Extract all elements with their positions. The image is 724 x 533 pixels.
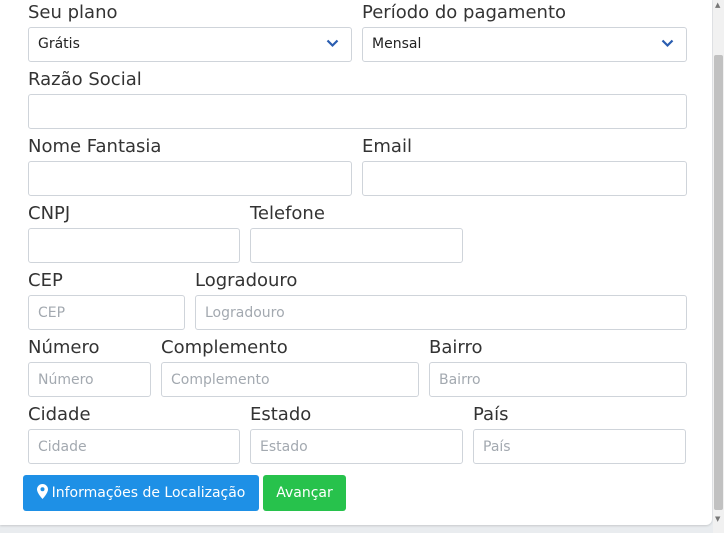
bairro-label: Bairro bbox=[429, 337, 483, 358]
razao-social-label: Razão Social bbox=[28, 69, 142, 90]
periodo-select[interactable]: Mensal bbox=[362, 27, 687, 62]
avancar-button-label: Avançar bbox=[276, 485, 333, 501]
logradouro-input[interactable] bbox=[195, 295, 687, 330]
chevron-down-icon bbox=[326, 39, 339, 48]
cnpj-label: CNPJ bbox=[28, 203, 71, 224]
logradouro-label: Logradouro bbox=[195, 270, 298, 291]
cidade-label: Cidade bbox=[28, 404, 91, 425]
pais-label: País bbox=[473, 404, 509, 425]
nome-fantasia-label: Nome Fantasia bbox=[28, 136, 162, 157]
periodo-select-value: Mensal bbox=[372, 36, 422, 52]
numero-label: Número bbox=[28, 337, 100, 358]
scrollbar-thumb[interactable] bbox=[714, 55, 723, 510]
bairro-input[interactable] bbox=[429, 362, 687, 397]
cep-input[interactable] bbox=[28, 295, 185, 330]
complemento-label: Complemento bbox=[161, 337, 288, 358]
chevron-down-icon bbox=[661, 39, 674, 48]
estado-label: Estado bbox=[250, 404, 312, 425]
telefone-label: Telefone bbox=[250, 203, 325, 224]
pais-input[interactable] bbox=[473, 429, 686, 464]
plano-label: Seu plano bbox=[28, 2, 118, 23]
estado-input[interactable] bbox=[250, 429, 463, 464]
plano-select[interactable]: Grátis bbox=[28, 27, 352, 62]
cidade-input[interactable] bbox=[28, 429, 240, 464]
cep-label: CEP bbox=[28, 270, 63, 291]
location-info-button-label: Informações de Localização bbox=[51, 485, 246, 501]
numero-input[interactable] bbox=[28, 362, 151, 397]
avancar-button[interactable]: Avançar bbox=[263, 475, 346, 511]
scroll-up-arrow-icon[interactable]: ▲ bbox=[715, 2, 720, 9]
nome-fantasia-input[interactable] bbox=[28, 161, 352, 196]
scroll-down-arrow-icon[interactable]: ▼ bbox=[715, 516, 720, 523]
cnpj-input[interactable] bbox=[28, 228, 240, 263]
email-label: Email bbox=[362, 136, 412, 157]
razao-social-input[interactable] bbox=[28, 94, 687, 129]
location-info-button[interactable]: Informações de Localização bbox=[23, 475, 259, 511]
complemento-input[interactable] bbox=[161, 362, 419, 397]
telefone-input[interactable] bbox=[250, 228, 463, 263]
email-input[interactable] bbox=[362, 161, 687, 196]
map-marker-icon bbox=[36, 484, 48, 499]
periodo-label: Período do pagamento bbox=[362, 2, 567, 23]
plano-select-value: Grátis bbox=[38, 36, 80, 52]
